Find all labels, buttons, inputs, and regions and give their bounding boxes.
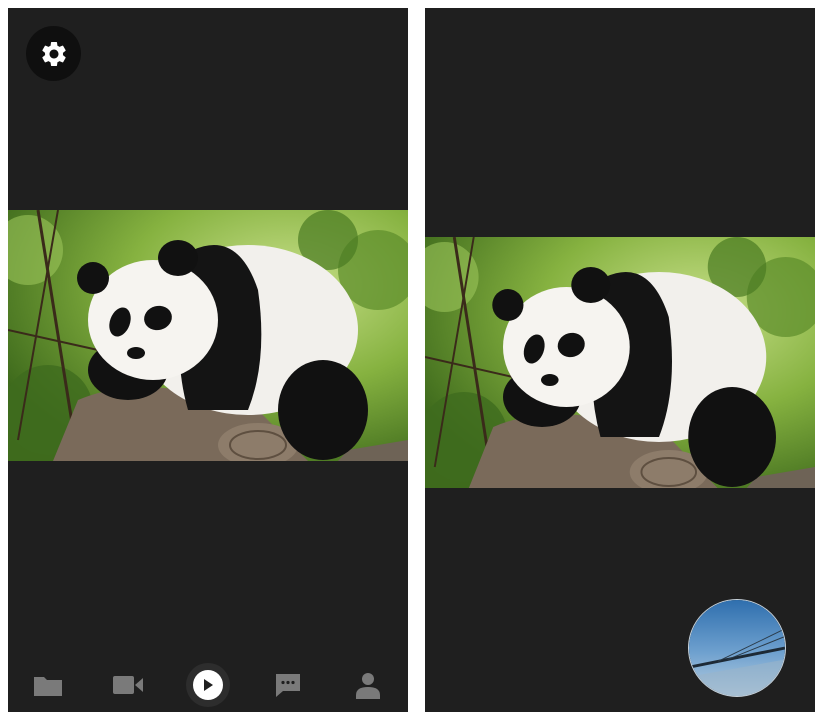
tab-play[interactable] — [186, 663, 230, 707]
tab-messages[interactable] — [266, 663, 310, 707]
play-button — [193, 670, 223, 700]
panda-photo[interactable] — [425, 237, 815, 488]
panda-photo-image — [425, 237, 815, 488]
sky-bridge-thumbnail — [689, 600, 785, 696]
video-camera-icon — [113, 676, 143, 694]
panda-photo-image — [8, 210, 408, 461]
photo-view-screen — [425, 8, 815, 712]
settings-button[interactable] — [26, 26, 81, 81]
person-icon — [356, 673, 380, 699]
camera-preview-screen — [8, 8, 408, 712]
tab-profile[interactable] — [346, 663, 390, 707]
bottom-tab-bar — [8, 658, 408, 712]
play-icon — [204, 679, 213, 691]
panda-photo[interactable] — [8, 210, 408, 461]
recent-photo-thumbnail[interactable] — [688, 599, 786, 697]
tab-files[interactable] — [26, 663, 70, 707]
tab-video[interactable] — [106, 663, 150, 707]
chat-icon — [276, 674, 300, 697]
folder-icon — [34, 677, 62, 696]
gear-icon — [41, 41, 66, 66]
